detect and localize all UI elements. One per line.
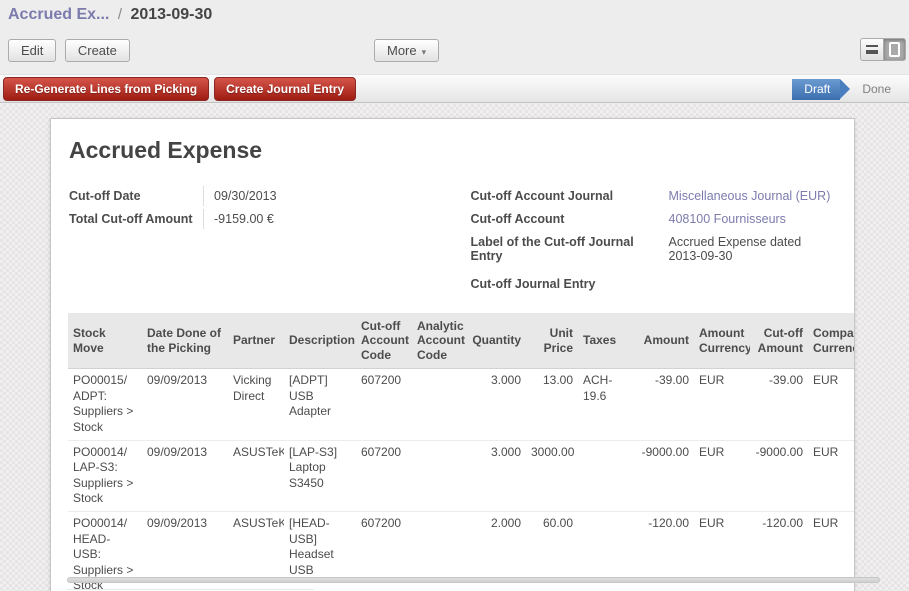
field-value: Accrued Expense dated 2013-09-30 xyxy=(669,232,837,266)
cell-analytic-account-code xyxy=(412,440,466,511)
breadcrumb: Accrued Ex... / 2013-09-30 xyxy=(8,6,901,24)
col-quantity[interactable]: Quantity xyxy=(466,313,526,369)
table-row[interactable]: PO00015/ ADPT: Suppliers > Stock 09/09/2… xyxy=(68,369,854,440)
cell-cutoff-account-code: 607200 xyxy=(356,369,412,440)
more-label: More xyxy=(387,43,417,58)
field-total-cutoff-amount: Total Cut-off Amount -9159.00 € xyxy=(69,209,453,232)
field-value: -9159.00 € xyxy=(203,209,453,229)
field-cutoff-account: Cut-off Account 408100 Fournisseurs xyxy=(471,209,837,232)
col-cutoff-account-code[interactable]: Cut-off Account Code xyxy=(356,313,412,369)
more-dropdown-button[interactable]: More ▾ xyxy=(374,39,439,62)
content-area: Accrued Expense Cut-off Date 09/30/2013 … xyxy=(0,104,909,591)
col-stock-move[interactable]: Stock Move xyxy=(68,313,142,369)
field-cutoff-journal-entry: Cut-off Journal Entry xyxy=(471,274,837,297)
field-column-right: Cut-off Account Journal Miscellaneous Jo… xyxy=(453,186,837,297)
col-company-currency[interactable]: Company Currency xyxy=(808,313,854,369)
col-date-done[interactable]: Date Done of the Picking xyxy=(142,313,228,369)
field-value-link[interactable]: 408100 Fournisseurs xyxy=(669,209,837,229)
col-description[interactable]: Description xyxy=(284,313,356,369)
cell-company-currency: EUR xyxy=(808,369,854,440)
cell-cutoff-amount: -9000.00 xyxy=(750,440,808,511)
form-icon xyxy=(889,42,900,57)
table-row[interactable]: PO00014/ LAP-S3: Suppliers > Stock 09/09… xyxy=(68,440,854,511)
create-button[interactable]: Create xyxy=(65,39,130,62)
cell-unit-price: 3000.00 xyxy=(526,440,578,511)
cell-date-done: 09/09/2013 xyxy=(142,440,228,511)
col-amount[interactable]: Amount xyxy=(634,313,694,369)
list-view-button[interactable] xyxy=(860,38,883,61)
cell-unit-price: 13.00 xyxy=(526,369,578,440)
cell-analytic-account-code xyxy=(412,369,466,440)
chevron-down-icon: ▾ xyxy=(422,47,427,57)
edit-button[interactable]: Edit xyxy=(8,39,56,62)
top-bar: Accrued Ex... / 2013-09-30 xyxy=(0,0,909,30)
cell-partner: Vicking Direct xyxy=(228,369,284,440)
cell-quantity: 3.000 xyxy=(466,369,526,440)
cell-stock-move: PO00014/ LAP-S3: Suppliers > Stock xyxy=(68,440,142,511)
field-label: Cut-off Account xyxy=(471,209,669,229)
field-label: Cut-off Account Journal xyxy=(471,186,669,206)
col-cutoff-amount[interactable]: Cut-off Amount xyxy=(750,313,808,369)
cell-description: [ADPT] USB Adapter xyxy=(284,369,356,440)
field-label: Cut-off Journal Entry xyxy=(471,274,669,294)
cell-date-done: 09/09/2013 xyxy=(142,369,228,440)
cell-stock-move: PO00015/ ADPT: Suppliers > Stock xyxy=(68,369,142,440)
breadcrumb-parent-link[interactable]: Accrued Ex... xyxy=(8,6,109,23)
create-journal-entry-button[interactable]: Create Journal Entry xyxy=(214,77,356,101)
field-label: Total Cut-off Amount xyxy=(69,209,203,229)
table-header-row: Stock Move Date Done of the Picking Part… xyxy=(68,313,854,369)
field-value xyxy=(669,274,837,280)
field-label: Label of the Cut-off Journal Entry xyxy=(471,232,669,266)
field-value-link[interactable]: Miscellaneous Journal (EUR) xyxy=(669,186,837,206)
status-state-draft: Draft xyxy=(792,79,840,100)
col-taxes[interactable]: Taxes xyxy=(578,313,634,369)
col-analytic-account-code[interactable]: Analytic Account Code xyxy=(412,313,466,369)
field-journal-entry-label: Label of the Cut-off Journal Entry Accru… xyxy=(471,232,837,266)
stock-move-lines-table: Stock Move Date Done of the Picking Part… xyxy=(68,313,854,591)
cell-amount-currency: EUR xyxy=(694,440,750,511)
field-label: Cut-off Date xyxy=(69,186,203,206)
toolbar: Edit Create More ▾ xyxy=(0,30,909,74)
cell-cutoff-amount: -39.00 xyxy=(750,369,808,440)
status-states: Draft Done xyxy=(792,79,899,100)
list-icon xyxy=(866,45,878,54)
horizontal-scrollbar[interactable] xyxy=(67,577,880,583)
field-cutoff-date: Cut-off Date 09/30/2013 xyxy=(69,186,453,209)
col-unit-price[interactable]: Unit Price xyxy=(526,313,578,369)
col-partner[interactable]: Partner xyxy=(228,313,284,369)
breadcrumb-separator: / xyxy=(114,6,126,23)
form-status-bar: Re-Generate Lines from Picking Create Jo… xyxy=(0,74,909,103)
cell-cutoff-account-code: 607200 xyxy=(356,440,412,511)
cell-amount-currency: EUR xyxy=(694,369,750,440)
col-amount-currency[interactable]: Amount Currency xyxy=(694,313,750,369)
form-sheet: Accrued Expense Cut-off Date 09/30/2013 … xyxy=(50,118,855,591)
field-column-left: Cut-off Date 09/30/2013 Total Cut-off Am… xyxy=(69,186,453,297)
cell-partner: ASUSTeK xyxy=(228,440,284,511)
cell-taxes: ACH-19.6 xyxy=(578,369,634,440)
row-divider xyxy=(67,589,314,590)
breadcrumb-current: 2013-09-30 xyxy=(130,6,212,23)
cell-company-currency: EUR xyxy=(808,440,854,511)
regenerate-lines-button[interactable]: Re-Generate Lines from Picking xyxy=(3,77,209,101)
cell-taxes xyxy=(578,440,634,511)
form-view-button[interactable] xyxy=(883,38,906,61)
field-cutoff-account-journal: Cut-off Account Journal Miscellaneous Jo… xyxy=(471,186,837,209)
cell-description: [LAP-S3] Laptop S3450 xyxy=(284,440,356,511)
field-group: Cut-off Date 09/30/2013 Total Cut-off Am… xyxy=(69,186,836,297)
cell-amount: -9000.00 xyxy=(634,440,694,511)
stock-move-lines: Stock Move Date Done of the Picking Part… xyxy=(68,313,854,591)
cell-amount: -39.00 xyxy=(634,369,694,440)
field-value: 09/30/2013 xyxy=(203,186,453,206)
view-switcher xyxy=(860,38,906,61)
cell-quantity: 3.000 xyxy=(466,440,526,511)
page-title: Accrued Expense xyxy=(69,137,836,164)
